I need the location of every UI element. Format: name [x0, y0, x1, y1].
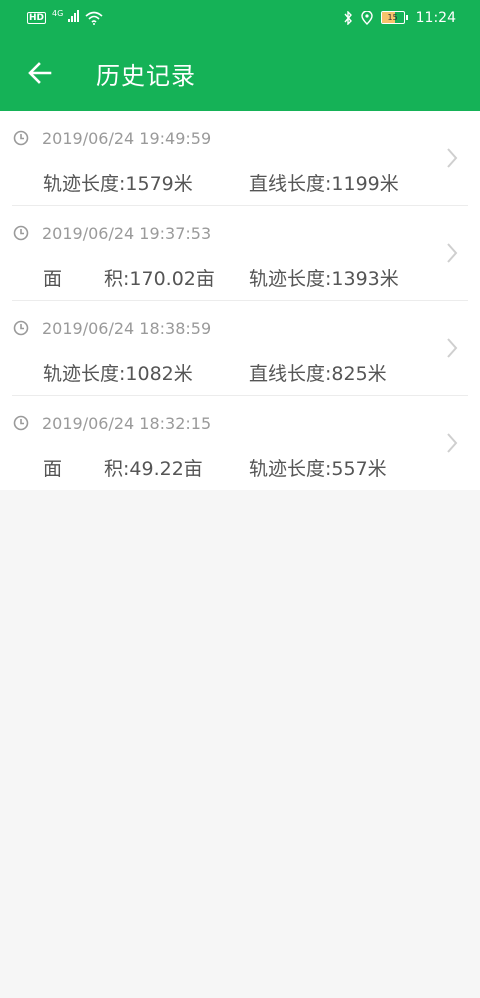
bluetooth-icon: [344, 10, 352, 25]
area-value: 面 积:49.22亩: [43, 454, 249, 481]
area-label-a: 面: [43, 268, 63, 290]
record-info: 轨迹长度:1082米 直线长度:825米: [43, 359, 387, 386]
area-label-b: 积:170.02亩: [104, 268, 215, 290]
back-button[interactable]: [22, 55, 58, 91]
history-item[interactable]: 2019/06/24 19:49:59 轨迹长度:1579米 直线长度:1199…: [12, 111, 468, 206]
record-time: 2019/06/24 19:49:59: [42, 129, 212, 148]
signal-icon: [67, 9, 79, 22]
track-length: 轨迹长度:1082米: [43, 363, 193, 385]
arrow-left-icon: [28, 62, 52, 84]
network-indicator: 4G: [52, 9, 79, 26]
area-label-b: 积:49.22亩: [104, 458, 203, 480]
status-right: 15 11:24: [343, 10, 456, 26]
straight-length: 直线长度:1199米: [249, 173, 399, 195]
status-time: 11:24: [415, 9, 456, 26]
toolbar: 历史记录: [0, 35, 480, 111]
track-length: 轨迹长度:1393米: [249, 268, 399, 290]
hd-icon: HD: [27, 11, 47, 24]
chevron-right-icon: [447, 148, 458, 168]
record-info: 面 积:170.02亩 轨迹长度:1393米: [43, 264, 399, 291]
history-list: 2019/06/24 19:49:59 轨迹长度:1579米 直线长度:1199…: [0, 111, 480, 490]
clock-icon: [13, 225, 29, 241]
area-value: 面 积:170.02亩: [43, 264, 249, 291]
history-item[interactable]: 2019/06/24 19:37:53 面 积:170.02亩 轨迹长度:1393…: [12, 206, 468, 301]
location-icon: [360, 10, 373, 25]
track-length: 轨迹长度:557米: [249, 458, 387, 480]
network-type: 4G: [52, 9, 64, 19]
clock-icon: [13, 320, 29, 336]
record-info: 面 积:49.22亩 轨迹长度:557米: [43, 454, 387, 481]
straight-length: 直线长度:825米: [249, 363, 387, 385]
history-item[interactable]: 2019/06/24 18:38:59 轨迹长度:1082米 直线长度:825米: [12, 301, 468, 396]
status-bar: HD 4G 15 11:24: [0, 0, 480, 35]
app-bar: HD 4G 15 11:24 历史记录: [0, 0, 480, 111]
history-item[interactable]: 2019/06/24 18:32:15 面 积:49.22亩 轨迹长度:557米: [12, 396, 468, 490]
area-label-a: 面: [43, 458, 63, 480]
clock-icon: [13, 130, 29, 146]
chevron-right-icon: [447, 338, 458, 358]
battery-level: 15: [387, 13, 398, 22]
page-title: 历史记录: [96, 61, 196, 90]
wifi-icon: [85, 11, 103, 25]
status-left: HD 4G: [27, 9, 103, 26]
record-time: 2019/06/24 18:32:15: [42, 414, 212, 433]
clock-icon: [13, 415, 29, 431]
battery-icon: 15: [380, 11, 408, 24]
record-time: 2019/06/24 19:37:53: [42, 224, 212, 243]
record-info: 轨迹长度:1579米 直线长度:1199米: [43, 169, 399, 196]
chevron-right-icon: [447, 243, 458, 263]
track-length: 轨迹长度:1579米: [43, 173, 193, 195]
record-time: 2019/06/24 18:38:59: [42, 319, 212, 338]
chevron-right-icon: [447, 433, 458, 453]
